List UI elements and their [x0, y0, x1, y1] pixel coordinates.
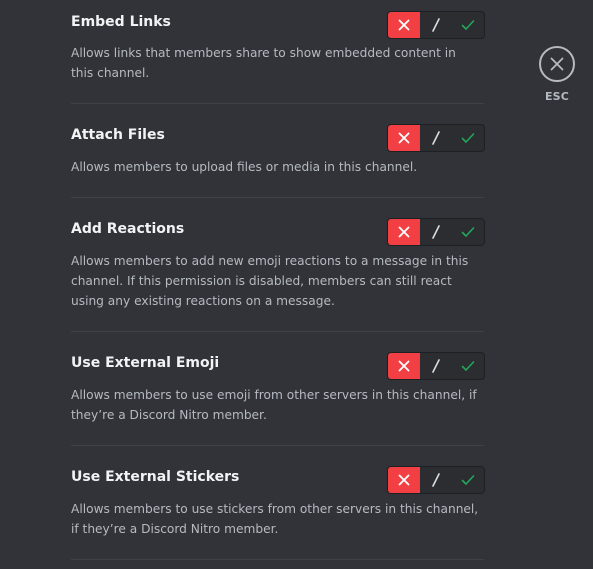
permission-description: Allows members to use stickers from othe… — [71, 502, 479, 536]
permission-title: Add Reactions — [71, 221, 185, 237]
permission-add-reactions: Add Reactions Allows members to add new … — [71, 198, 485, 332]
deny-button[interactable] — [388, 125, 420, 151]
permission-description: Allows members to add new emoji reaction… — [71, 254, 469, 308]
permission-use-external-stickers: Use External Stickers Allows members to … — [71, 446, 485, 560]
allow-button[interactable] — [452, 467, 484, 493]
permission-toggle — [387, 124, 485, 152]
permission-list: Embed Links Allows links that members sh… — [71, 0, 485, 560]
deny-button[interactable] — [388, 12, 420, 38]
neutral-button[interactable] — [420, 353, 452, 379]
esc-label: ESC — [544, 90, 570, 103]
check-icon — [461, 20, 475, 30]
permission-description: Allows members to upload files or media … — [71, 160, 418, 174]
permission-title: Use External Emoji — [71, 355, 220, 371]
neutral-button[interactable] — [420, 12, 452, 38]
permission-title: Embed Links — [71, 14, 171, 30]
x-icon — [398, 474, 410, 486]
permission-title: Use External Stickers — [71, 469, 240, 485]
close-icon — [550, 57, 564, 71]
x-icon — [398, 360, 410, 372]
neutral-button[interactable] — [420, 219, 452, 245]
permission-use-external-emoji: Use External Emoji Allows members to use… — [71, 332, 485, 446]
close-button[interactable] — [539, 46, 575, 82]
check-icon — [461, 361, 475, 371]
permission-toggle — [387, 218, 485, 246]
slash-icon — [432, 473, 440, 487]
check-icon — [461, 475, 475, 485]
allow-button[interactable] — [452, 12, 484, 38]
permission-toggle — [387, 11, 485, 39]
x-icon — [398, 132, 410, 144]
permission-description: Allows links that members share to show … — [71, 46, 456, 80]
allow-button[interactable] — [452, 219, 484, 245]
slash-icon — [432, 131, 440, 145]
slash-icon — [432, 359, 440, 373]
neutral-button[interactable] — [420, 467, 452, 493]
slash-icon — [432, 225, 440, 239]
channel-permissions-page: Embed Links Allows links that members sh… — [0, 0, 593, 569]
allow-button[interactable] — [452, 353, 484, 379]
permission-toggle — [387, 466, 485, 494]
neutral-button[interactable] — [420, 125, 452, 151]
permission-title: Attach Files — [71, 127, 165, 143]
check-icon — [461, 227, 475, 237]
deny-button[interactable] — [388, 467, 420, 493]
permission-embed-links: Embed Links Allows links that members sh… — [71, 0, 485, 104]
deny-button[interactable] — [388, 219, 420, 245]
close-control: ESC — [539, 46, 575, 103]
permission-toggle — [387, 352, 485, 380]
slash-icon — [432, 18, 440, 32]
check-icon — [461, 133, 475, 143]
deny-button[interactable] — [388, 353, 420, 379]
x-icon — [398, 19, 410, 31]
allow-button[interactable] — [452, 125, 484, 151]
x-icon — [398, 226, 410, 238]
permission-description: Allows members to use emoji from other s… — [71, 388, 477, 422]
permission-attach-files: Attach Files Allows members to upload fi… — [71, 104, 485, 198]
